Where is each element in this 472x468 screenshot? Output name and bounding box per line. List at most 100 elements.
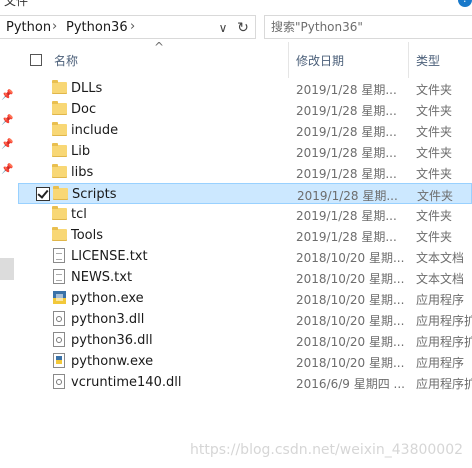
address-history-dropdown-icon[interactable]: ∨ xyxy=(214,19,232,37)
file-type: 文件夹 xyxy=(416,83,453,97)
file-type: 应用程序 xyxy=(416,356,465,370)
dll-icon xyxy=(52,311,67,327)
folder-icon-shape xyxy=(52,122,67,136)
file-modified-date: 2019/1/28 星期... xyxy=(297,189,398,203)
file-type: 文件夹 xyxy=(416,146,453,160)
folder-icon xyxy=(52,143,67,159)
watermark: https://blog.csdn.net/weixin_43800002 xyxy=(190,442,464,458)
file-name: vcruntime140.dll xyxy=(71,375,182,390)
pythonw-app-icon xyxy=(52,353,67,369)
ribbon-remnant: 文件 ? xyxy=(0,0,472,10)
folder-icon-shape xyxy=(52,227,67,241)
file-name: python.exe xyxy=(71,291,144,306)
folder-row[interactable]: include 2019/1/28 星期... 文件夹 xyxy=(18,120,472,141)
file-name: libs xyxy=(71,165,94,180)
pythonw-app-icon-shape xyxy=(53,353,65,368)
search-box[interactable] xyxy=(264,15,472,39)
column-type-header[interactable]: 类型 xyxy=(416,52,440,69)
file-row[interactable]: LICENSE.txt 2018/10/20 星期... 文本文档 xyxy=(18,246,472,267)
file-row[interactable]: NEWS.txt 2018/10/20 星期... 文本文档 xyxy=(18,267,472,288)
file-name: DLLs xyxy=(71,81,103,96)
dll-icon-shape xyxy=(53,332,65,347)
address-bar[interactable]: Python › Python36 › ∨ ↻ xyxy=(0,15,256,39)
dll-icon xyxy=(52,374,67,390)
file-type: 文件夹 xyxy=(416,125,453,139)
file-modified-date: 2018/10/20 星期... xyxy=(296,314,405,328)
dll-icon-shape xyxy=(53,374,65,389)
file-modified-date: 2019/1/28 星期... xyxy=(296,167,397,181)
file-explorer-window: 文件 ? Python › Python36 › ∨ ↻ 📌 📌 📌 📌 ^ 名… xyxy=(0,0,472,468)
folder-icon xyxy=(53,186,68,202)
folder-row[interactable]: Tools 2019/1/28 星期... 文件夹 xyxy=(18,225,472,246)
file-name: Lib xyxy=(71,144,91,159)
text-document-icon-shape xyxy=(53,269,65,284)
ribbon-file-tab[interactable]: 文件 xyxy=(4,0,28,9)
file-modified-date: 2018/10/20 星期... xyxy=(296,293,405,307)
file-modified-date: 2018/10/20 星期... xyxy=(296,356,405,370)
breadcrumb-separator-icon[interactable]: › xyxy=(130,19,135,34)
folder-icon xyxy=(52,122,67,138)
file-type: 应用程序扩 xyxy=(416,314,472,328)
pin-icon[interactable]: 📌 xyxy=(1,115,13,127)
file-type: 文件夹 xyxy=(416,104,453,118)
file-type: 应用程序扩 xyxy=(416,377,472,391)
file-type: 文件夹 xyxy=(416,230,453,244)
folder-row[interactable]: Lib 2019/1/28 星期... 文件夹 xyxy=(18,141,472,162)
text-document-icon xyxy=(52,248,67,264)
file-name: LICENSE.txt xyxy=(71,249,148,264)
search-input[interactable] xyxy=(271,18,467,36)
file-modified-date: 2018/10/20 星期... xyxy=(296,251,405,265)
python-app-icon-shape xyxy=(53,291,66,304)
folder-row[interactable]: Doc 2019/1/28 星期... 文件夹 xyxy=(18,99,472,120)
file-name: tcl xyxy=(71,207,87,222)
refresh-icon[interactable]: ↻ xyxy=(234,19,252,37)
folder-icon-shape xyxy=(53,186,68,200)
nav-selected-item[interactable] xyxy=(0,258,14,280)
breadcrumb-separator-icon[interactable]: › xyxy=(52,19,57,34)
file-row[interactable]: vcruntime140.dll 2016/6/9 星期四 ... 应用程序扩 xyxy=(18,372,472,393)
column-divider[interactable] xyxy=(288,42,289,78)
pin-icon[interactable]: 📌 xyxy=(1,164,13,176)
select-all-checkbox[interactable] xyxy=(30,54,42,66)
file-modified-date: 2019/1/28 星期... xyxy=(296,209,397,223)
folder-row[interactable]: libs 2019/1/28 星期... 文件夹 xyxy=(18,162,472,183)
pin-icon[interactable]: 📌 xyxy=(1,90,13,102)
row-checkbox-checked[interactable] xyxy=(36,187,50,201)
file-name: NEWS.txt xyxy=(71,270,133,285)
file-type: 文件夹 xyxy=(416,209,453,223)
file-type: 文本文档 xyxy=(416,272,465,286)
file-type: 文件夹 xyxy=(417,189,454,203)
text-document-icon xyxy=(52,269,67,285)
column-modified-header[interactable]: 修改日期 xyxy=(296,52,344,69)
help-icon[interactable]: ? xyxy=(458,0,472,7)
navigation-pane: 📌 📌 📌 📌 xyxy=(0,42,18,468)
file-row[interactable]: python.exe 2018/10/20 星期... 应用程序 xyxy=(18,288,472,309)
file-modified-date: 2019/1/28 星期... xyxy=(296,146,397,160)
folder-icon xyxy=(52,164,67,180)
folder-icon-shape xyxy=(52,143,67,157)
folder-row[interactable]: tcl 2019/1/28 星期... 文件夹 xyxy=(18,204,472,225)
folder-row[interactable]: DLLs 2019/1/28 星期... 文件夹 xyxy=(18,78,472,99)
address-row: Python › Python36 › ∨ ↻ xyxy=(0,13,472,41)
sort-ascending-icon: ^ xyxy=(154,40,165,54)
text-document-icon-shape xyxy=(53,248,65,263)
file-row[interactable]: python3.dll 2018/10/20 星期... 应用程序扩 xyxy=(18,309,472,330)
column-divider[interactable] xyxy=(408,42,409,78)
column-name-header[interactable]: 名称 xyxy=(54,52,78,69)
file-type: 文本文档 xyxy=(416,251,465,265)
breadcrumb-python[interactable]: Python xyxy=(6,20,51,35)
folder-icon-shape xyxy=(52,101,67,115)
file-modified-date: 2019/1/28 星期... xyxy=(296,104,397,118)
file-row[interactable]: python36.dll 2018/10/20 星期... 应用程序扩 xyxy=(18,330,472,351)
dll-icon xyxy=(52,332,67,348)
pin-icon[interactable]: 📌 xyxy=(1,139,13,151)
python-logo-part xyxy=(56,294,63,301)
breadcrumb-python36[interactable]: Python36 xyxy=(66,20,128,35)
file-row[interactable]: pythonw.exe 2018/10/20 星期... 应用程序 xyxy=(18,351,472,372)
file-name: Tools xyxy=(71,228,104,243)
column-header: ^ 名称 修改日期 类型 xyxy=(18,40,472,78)
folder-row[interactable]: Scripts 2019/1/28 星期... 文件夹 xyxy=(18,183,472,204)
folder-icon xyxy=(52,206,67,222)
file-modified-date: 2019/1/28 星期... xyxy=(296,83,397,97)
file-type: 文件夹 xyxy=(416,167,453,181)
